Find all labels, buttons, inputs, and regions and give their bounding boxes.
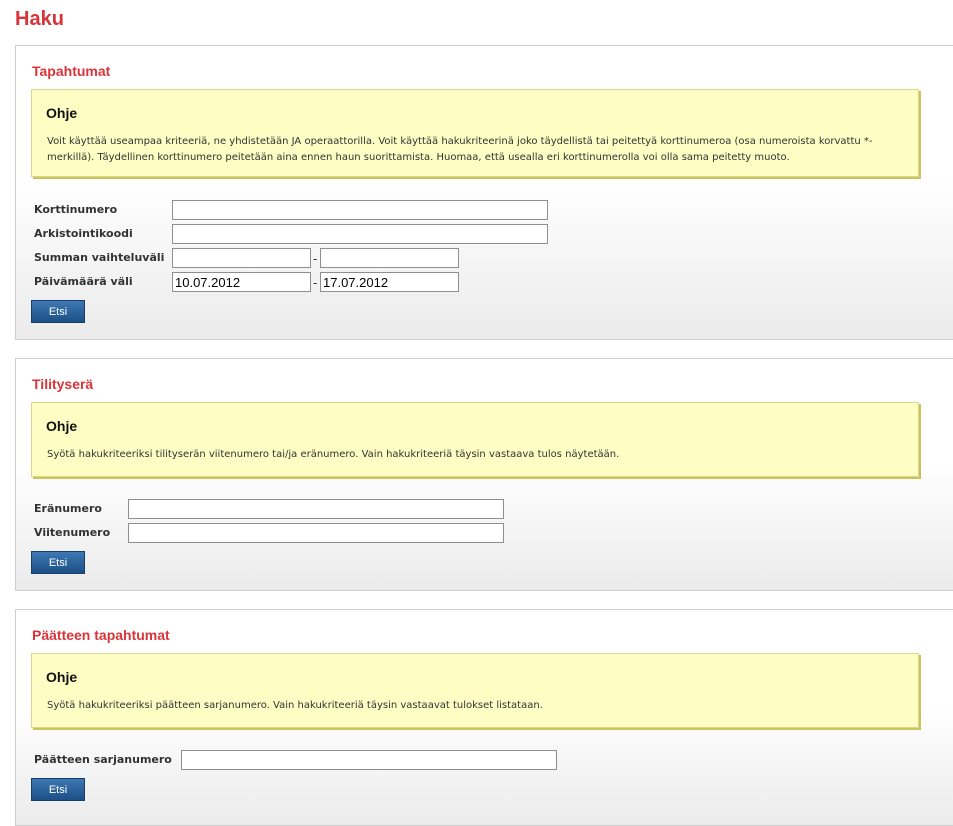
paatteen-help-box: Ohje Syötä hakukriteeriksi päätteen sarj… xyxy=(31,653,919,728)
viitenumero-input[interactable] xyxy=(128,523,504,543)
tapahtumat-title: Tapahtumat xyxy=(32,63,111,79)
tapahtumat-search-button[interactable]: Etsi xyxy=(31,300,85,323)
paatteen-search-button[interactable]: Etsi xyxy=(31,778,85,801)
eranumero-label: Eränumero xyxy=(34,502,102,515)
summa-separator: - xyxy=(313,252,318,266)
korttinumero-label: Korttinumero xyxy=(34,203,118,216)
paatteen-title: Päätteen tapahtumat xyxy=(32,627,170,643)
paivamaara-to-input[interactable] xyxy=(320,272,459,292)
tilitysera-help-title: Ohje xyxy=(46,418,78,434)
tilitysera-help-text: Syötä hakukriteeriksi tilityserän viiten… xyxy=(47,449,620,460)
tilitysera-help-box: Ohje Syötä hakukriteeriksi tilityserän v… xyxy=(31,402,919,477)
tapahtumat-panel: Tapahtumat Ohje Voit käyttää useampaa kr… xyxy=(15,45,953,340)
page-title: Haku xyxy=(15,8,64,30)
arkistointikoodi-label: Arkistointikoodi xyxy=(34,227,133,240)
tilitysera-search-button[interactable]: Etsi xyxy=(31,551,85,574)
tapahtumat-help-text: Voit käyttää useampaa kriteeriä, ne yhdi… xyxy=(47,136,873,163)
eranumero-input[interactable] xyxy=(128,499,504,519)
paivamaara-separator: - xyxy=(313,276,318,290)
tapahtumat-help-box: Ohje Voit käyttää useampaa kriteeriä, ne… xyxy=(31,89,919,177)
tilitysera-panel: Tilityserä Ohje Syötä hakukriteeriksi ti… xyxy=(15,358,953,591)
arkistointikoodi-input[interactable] xyxy=(172,224,548,244)
summa-from-input[interactable] xyxy=(172,248,311,268)
paatteen-help-text: Syötä hakukriteeriksi päätteen sarjanume… xyxy=(47,700,543,711)
tapahtumat-help-title: Ohje xyxy=(46,105,78,121)
paatteen-panel: Päätteen tapahtumat Ohje Syötä hakukrite… xyxy=(15,609,953,826)
viitenumero-label: Viitenumero xyxy=(34,526,111,539)
summa-label: Summan vaihteluväli xyxy=(34,251,165,264)
sarjanumero-input[interactable] xyxy=(181,750,557,770)
tilitysera-title: Tilityserä xyxy=(32,376,94,392)
summa-to-input[interactable] xyxy=(320,248,459,268)
korttinumero-input[interactable] xyxy=(172,200,548,220)
paivamaara-from-input[interactable] xyxy=(172,272,311,292)
paivamaara-label: Päivämäärä väli xyxy=(34,275,133,288)
sarjanumero-label: Päätteen sarjanumero xyxy=(34,753,172,766)
paatteen-help-title: Ohje xyxy=(46,669,78,685)
